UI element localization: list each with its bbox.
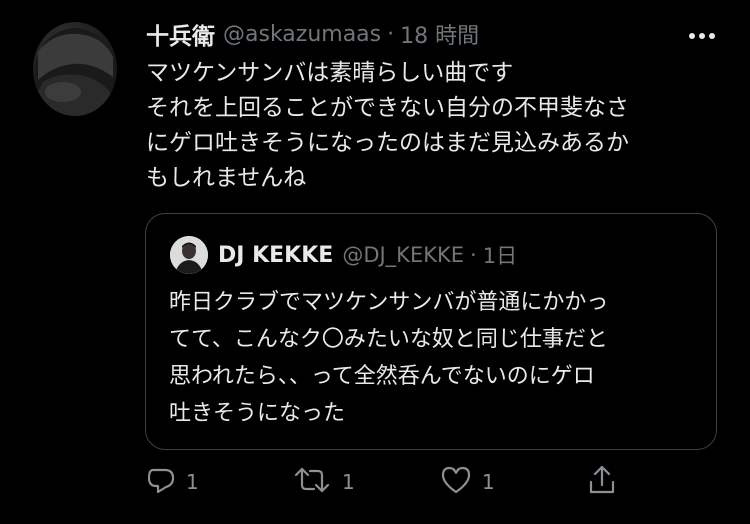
tweet[interactable]: 十兵衛 @askazumaas · 18 時間 マツケンサンバは素晴らしい曲です… xyxy=(0,0,750,524)
quoted-author-avatar xyxy=(170,236,208,274)
quoted-text-line: てて、こんなク〇みたいな奴と同じ仕事だと xyxy=(169,327,608,352)
tweet-text-line: それを上回ることができない自分の不甲斐なさ xyxy=(146,95,629,121)
like-count: 1 xyxy=(482,470,495,494)
more-options-button[interactable] xyxy=(686,22,718,46)
share-icon xyxy=(588,464,616,500)
header-separator: · xyxy=(387,21,395,47)
share-button[interactable] xyxy=(588,462,616,502)
quoted-author-display-name: DJ KEKKE xyxy=(218,242,334,268)
quoted-author-handle: @DJ_KEKKE xyxy=(342,243,465,267)
retweet-icon xyxy=(292,465,332,499)
more-dots-icon xyxy=(688,25,716,44)
tweet-text: マツケンサンバは素晴らしい曲ですそれを上回ることができない自分の不甲斐なさ にゲロ… xyxy=(146,56,726,196)
quoted-tweet-timestamp: 1日 xyxy=(482,244,518,268)
tweet-text-line: マツケンサンバは素晴らしい曲です xyxy=(146,60,514,86)
author-handle[interactable]: @askazumaas xyxy=(223,22,381,47)
quoted-header-separator: · xyxy=(470,243,477,267)
heart-icon xyxy=(440,465,472,499)
tweet-text-line: もしれませんね xyxy=(146,165,307,191)
reply-button[interactable]: 1 xyxy=(146,462,199,502)
tweet-timestamp[interactable]: 18 時間 xyxy=(400,18,479,50)
like-button[interactable]: 1 xyxy=(440,462,495,502)
quoted-text-line: 吐きそうになった xyxy=(169,401,346,426)
retweet-count: 1 xyxy=(342,470,355,494)
author-display-name[interactable]: 十兵衛 xyxy=(146,17,215,51)
reply-icon xyxy=(146,465,176,499)
retweet-button[interactable]: 1 xyxy=(292,462,355,502)
tweet-text-line: にゲロ吐きそうになったのはまだ見込みあるか xyxy=(146,130,629,156)
reply-count: 1 xyxy=(186,470,199,494)
quoted-tweet-text: 昨日クラブでマツケンサンバが普通にかかっ てて、こんなク〇みたいな奴と同じ仕事だと… xyxy=(169,284,699,432)
quoted-tweet-header: DJ KEKKE @DJ_KEKKE · 1日 xyxy=(218,239,517,271)
quoted-text-line: 思われたら、、って全然呑んでないのにゲロ xyxy=(169,364,595,389)
quoted-text-line: 昨日クラブでマツケンサンバが普通にかかっ xyxy=(169,290,609,315)
tweet-header: 十兵衛 @askazumaas · 18 時間 xyxy=(146,17,479,51)
author-avatar[interactable] xyxy=(33,22,117,116)
tweet-actions-bar: 1 1 1 xyxy=(146,462,626,502)
quoted-tweet-card[interactable]: DJ KEKKE @DJ_KEKKE · 1日 昨日クラブでマツケンサンバが普通… xyxy=(145,213,717,450)
